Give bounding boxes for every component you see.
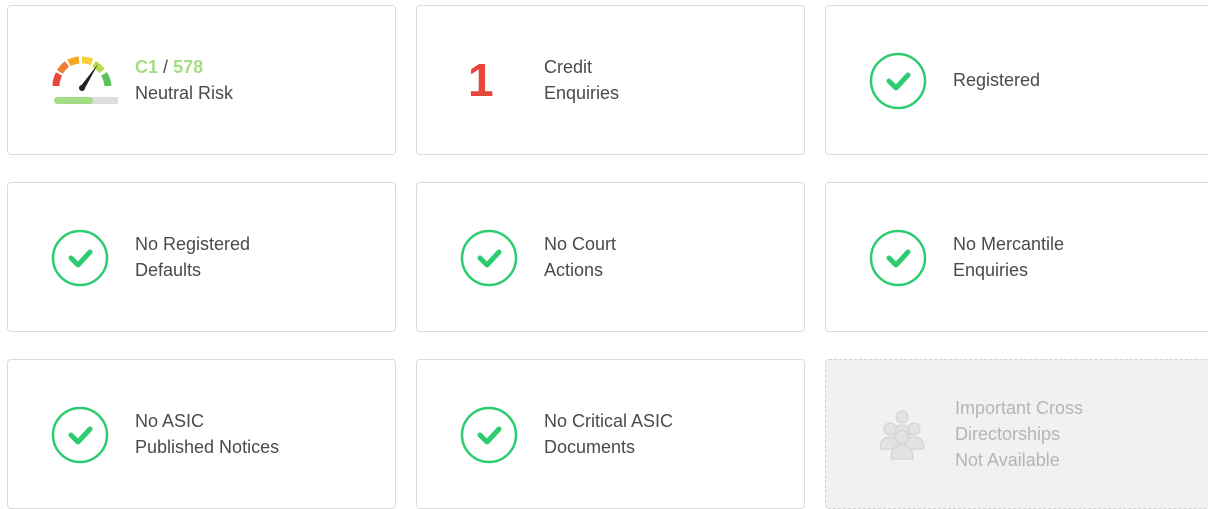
defaults-line2: Defaults bbox=[135, 260, 202, 280]
directorships-card: Important Cross Directorships Not Availa… bbox=[825, 359, 1208, 509]
directorships-line3: Not Available bbox=[955, 450, 1060, 470]
asic-notices-line2: Published Notices bbox=[135, 437, 280, 457]
directorships-line2: Directorships bbox=[955, 424, 1061, 444]
asic-notices-card[interactable]: No ASIC Published Notices bbox=[7, 359, 396, 509]
credit-enquiries-count: 1 bbox=[468, 54, 494, 106]
directorships-text: Important Cross Directorships Not Availa… bbox=[955, 360, 1083, 508]
registered-card[interactable]: Registered bbox=[825, 5, 1208, 155]
court-actions-card[interactable]: No Court Actions bbox=[416, 182, 805, 332]
credit-enquiries-text: Credit Enquiries bbox=[544, 6, 619, 154]
risk-gauge-icon bbox=[52, 56, 118, 104]
mercantile-enquiries-card[interactable]: No Mercantile Enquiries bbox=[825, 182, 1208, 332]
credit-enquiries-line1: Credit bbox=[544, 57, 593, 77]
score-value: 578 bbox=[173, 57, 204, 77]
registered-text: Registered bbox=[953, 6, 1040, 154]
mercantile-line1: No Mercantile bbox=[953, 234, 1065, 254]
credit-score-card[interactable]: C1 / 578 Neutral Risk bbox=[7, 5, 396, 155]
asic-documents-line1: No Critical ASIC bbox=[544, 411, 674, 431]
check-circle-icon bbox=[869, 229, 927, 287]
check-circle-icon bbox=[869, 52, 927, 110]
court-line2: Actions bbox=[544, 260, 604, 280]
check-circle-icon bbox=[460, 406, 518, 464]
asic-documents-text: No Critical ASIC Documents bbox=[544, 360, 673, 508]
credit-enquiries-line2: Enquiries bbox=[544, 83, 620, 103]
registered-label: Registered bbox=[953, 70, 1041, 90]
score-line: C1 / 578 bbox=[135, 54, 233, 80]
defaults-text: No Registered Defaults bbox=[135, 183, 250, 331]
defaults-card[interactable]: No Registered Defaults bbox=[7, 182, 396, 332]
asic-documents-line2: Documents bbox=[544, 437, 636, 457]
asic-notices-text: No ASIC Published Notices bbox=[135, 360, 279, 508]
check-circle-icon bbox=[51, 229, 109, 287]
risk-label: Neutral Risk bbox=[135, 83, 234, 103]
credit-enquiries-card[interactable]: 1 Credit Enquiries bbox=[416, 5, 805, 155]
court-line1: No Court bbox=[544, 234, 617, 254]
check-circle-icon bbox=[460, 229, 518, 287]
people-group-icon bbox=[879, 410, 925, 460]
court-actions-text: No Court Actions bbox=[544, 183, 616, 331]
mercantile-line2: Enquiries bbox=[953, 260, 1029, 280]
credit-score-text: C1 / 578 Neutral Risk bbox=[135, 6, 233, 154]
check-circle-icon bbox=[51, 406, 109, 464]
directorships-line1: Important Cross bbox=[955, 398, 1084, 418]
defaults-line1: No Registered bbox=[135, 234, 251, 254]
score-grade: C1 bbox=[135, 57, 159, 77]
asic-notices-line1: No ASIC bbox=[135, 411, 205, 431]
mercantile-text: No Mercantile Enquiries bbox=[953, 183, 1064, 331]
asic-documents-card[interactable]: No Critical ASIC Documents bbox=[416, 359, 805, 509]
score-separator: / bbox=[163, 57, 169, 77]
